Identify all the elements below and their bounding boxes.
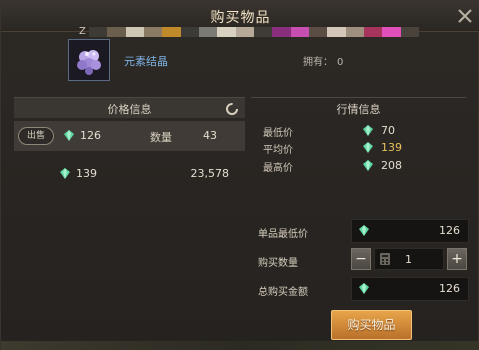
mosaic-block (107, 27, 126, 37)
blurred-header-info (89, 27, 419, 37)
market-info-panel: 行情信息 最低价 70 平均价 139 最高价 208 (251, 97, 466, 179)
listing-row-selected[interactable]: 出售 126 数量 43 (14, 121, 245, 151)
mosaic-block (327, 27, 346, 37)
price-info-title: 价格信息 (107, 103, 152, 116)
max-price-row: 最高价 208 (263, 159, 463, 174)
sell-button[interactable]: 出售 (18, 127, 54, 145)
close-icon[interactable] (456, 7, 474, 25)
decrease-button[interactable]: − (351, 248, 371, 270)
gem-currency-icon (363, 142, 373, 153)
gem-currency-icon (359, 283, 369, 294)
unit-price-label: 单品最低价 (258, 229, 308, 240)
total-value: 126 (439, 282, 460, 295)
total-field: 126 (351, 277, 469, 301)
owned-count: 拥有： 0 (303, 53, 343, 68)
gem-currency-icon (60, 168, 70, 179)
gem-currency-icon (363, 160, 373, 171)
calculator-icon[interactable] (380, 253, 390, 265)
mosaic-block (400, 27, 419, 37)
quantity-label: 购买数量 (258, 258, 298, 269)
gem-currency-icon (64, 130, 74, 141)
gem-currency-icon (363, 125, 373, 136)
increase-button[interactable]: + (447, 248, 467, 270)
total-row: 总购买金额 126 (258, 277, 469, 301)
max-price-value: 208 (381, 159, 402, 172)
mosaic-block (272, 27, 291, 37)
mosaic-block (143, 27, 163, 37)
mosaic-block (217, 27, 236, 37)
mosaic-block (345, 27, 364, 37)
mosaic-block (308, 27, 328, 37)
quantity-row: 购买数量 − 1 + (258, 248, 467, 272)
header-prefix: Z (79, 26, 86, 37)
mosaic-block (180, 27, 199, 37)
price-info-header: 价格信息 (14, 97, 245, 118)
listing-price: 126 (80, 129, 101, 142)
quantity-value: 1 (405, 253, 412, 266)
unit-price-value: 126 (439, 224, 460, 237)
avg-price-row: 平均价 139 (263, 141, 463, 156)
mosaic-block (382, 27, 401, 37)
unit-price-field: 126 (351, 219, 469, 243)
max-price-label: 最高价 (263, 163, 293, 174)
refresh-icon[interactable] (225, 101, 239, 115)
listing-row[interactable]: 139 23,578 (14, 159, 245, 187)
market-info-title: 行情信息 (336, 103, 381, 116)
avg-price-label: 平均价 (263, 145, 293, 156)
quantity-stepper: − 1 + (351, 248, 467, 270)
min-price-value: 70 (381, 124, 395, 137)
mosaic-block (363, 27, 383, 37)
mosaic-block (290, 27, 309, 37)
buy-button[interactable]: 购买物品 (331, 310, 412, 340)
avg-price-value: 139 (381, 141, 402, 154)
window-title: 购买物品 (210, 10, 271, 26)
purchase-window: 购买物品 Z 元素结晶 拥有： 0 价格信息 出售 126 数量 43 139 … (0, 0, 479, 350)
owned-value: 0 (337, 57, 344, 68)
price-info-panel: 价格信息 出售 126 数量 43 139 23,578 (14, 97, 245, 195)
crystal-icon[interactable] (68, 39, 110, 81)
unit-price-row: 单品最低价 126 (258, 219, 469, 243)
item-row: 元素结晶 拥有： 0 (61, 39, 479, 85)
mosaic-block (89, 27, 108, 37)
gem-currency-icon (359, 225, 369, 236)
mosaic-block (253, 27, 273, 37)
listing-quantity: 43 (203, 129, 217, 142)
min-price-row: 最低价 70 (263, 124, 463, 139)
total-label: 总购买金额 (258, 287, 308, 298)
mosaic-block (198, 27, 218, 37)
min-price-label: 最低价 (263, 128, 293, 139)
mosaic-block (125, 27, 144, 37)
listing-quantity: 23,578 (190, 167, 230, 180)
quantity-input[interactable]: 1 (374, 248, 444, 270)
mosaic-block (162, 27, 181, 37)
item-name: 元素结晶 (124, 55, 168, 68)
listing-price: 139 (76, 167, 97, 180)
owned-label: 拥有： (303, 57, 333, 68)
mosaic-block (235, 27, 254, 37)
quantity-label: 数量 (150, 131, 172, 144)
market-info-header: 行情信息 (251, 97, 466, 118)
